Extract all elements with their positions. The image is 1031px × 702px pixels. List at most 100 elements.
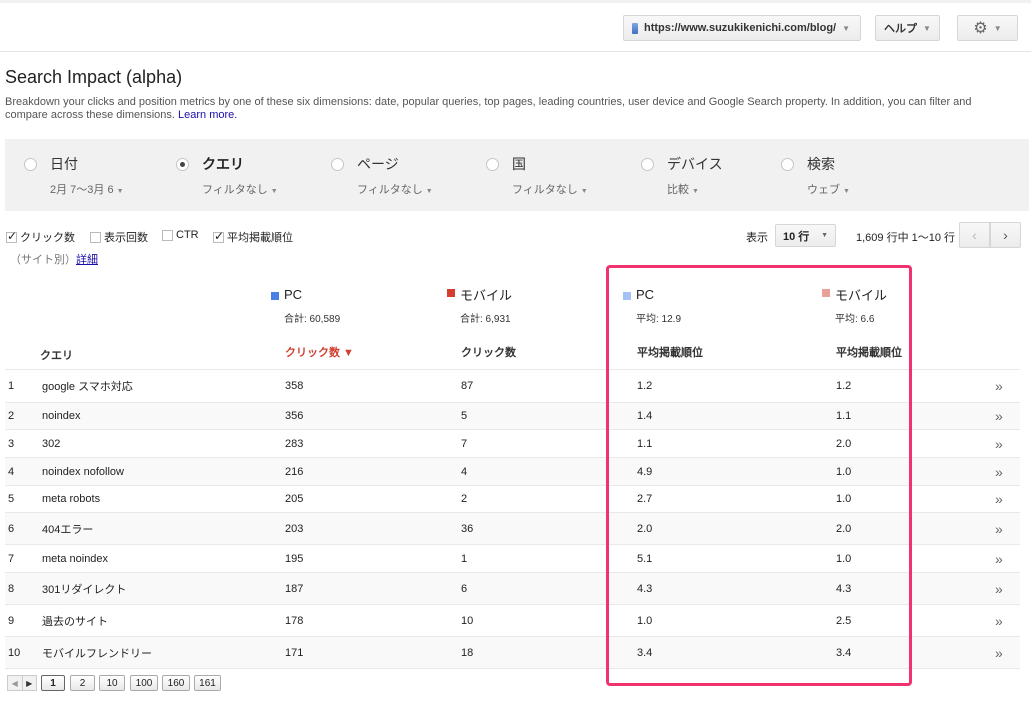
mobile-position-cell: 4.3	[836, 582, 852, 595]
settings-button[interactable]: ⚙ ▼	[957, 15, 1018, 41]
group-total: 合計: 60,589	[284, 314, 341, 325]
dimension-filter[interactable]: フィルタなし ▼	[357, 181, 433, 197]
pagination-arrows[interactable]: ◀ ▶	[7, 675, 37, 691]
site-selector-button[interactable]: https://www.suzukikenichi.com/blog/ ▼	[623, 15, 861, 41]
mobile-position-cell: 2.5	[836, 614, 852, 627]
mobile-clicks-cell: 5	[461, 410, 468, 422]
metric-impressions-checkbox[interactable]: 表示回数	[90, 229, 148, 245]
query-cell: 404エラー	[42, 523, 94, 536]
query-cell: noindex nofollow	[42, 465, 124, 478]
pc-clicks-cell: 187	[285, 582, 304, 595]
checkbox-checked-icon[interactable]	[213, 229, 224, 243]
chevron-right-icon: ›	[1003, 227, 1008, 243]
column-header-pc-position[interactable]: 平均掲載順位	[637, 344, 703, 360]
radio-button[interactable]	[781, 158, 794, 171]
double-chevron-right-icon[interactable]: »	[995, 378, 1003, 394]
table-row[interactable]: 3 302 283 7 1.1 2.0 »	[5, 429, 1020, 457]
row-number: 6	[8, 522, 15, 535]
pc-position-cell: 1.1	[637, 437, 653, 450]
mobile-clicks-cell: 1	[461, 552, 468, 565]
row-number: 2	[8, 410, 15, 422]
checkbox-icon[interactable]	[162, 229, 173, 241]
dimension-bar: 日付 2月 7〜3月 6 ▼ クエリ フィルタなし ▼ ページ フィルタなし ▼ 国 …	[5, 139, 1029, 211]
help-button[interactable]: ヘルプ ▼	[875, 15, 940, 41]
radio-button[interactable]	[641, 158, 654, 171]
table-row[interactable]: 4 noindex nofollow 216 4 4.9 1.0 »	[5, 457, 1020, 485]
checkbox-icon[interactable]	[90, 231, 101, 243]
checkbox-checked-icon[interactable]	[6, 229, 17, 243]
dimension-label: 日付	[50, 156, 78, 172]
table-row[interactable]: 8 301リダイレクト 187 6 4.3 4.3 »	[5, 572, 1020, 604]
metric-clicks-checkbox[interactable]: クリック数	[6, 229, 75, 245]
page-button[interactable]: 160	[162, 675, 190, 691]
metric-position-checkbox[interactable]: 平均掲載順位	[213, 229, 293, 245]
table-row[interactable]: 6 404エラー 203 36 2.0 2.0 »	[5, 512, 1020, 544]
dimension-filter[interactable]: フィルタなし ▼	[512, 181, 588, 197]
double-chevron-right-icon[interactable]: »	[995, 645, 1003, 661]
chevron-left-icon: ‹	[972, 227, 977, 243]
dimension-filter[interactable]: 2月 7〜3月 6 ▼	[50, 181, 124, 197]
pc-clicks-cell: 358	[285, 380, 304, 392]
prev-page-button[interactable]: ‹	[959, 222, 990, 248]
pc-position-cell: 4.3	[637, 582, 653, 595]
triangle-right-icon[interactable]: ▶	[21, 676, 37, 690]
radio-button[interactable]	[24, 158, 37, 171]
table-row[interactable]: 1 google スマホ対応 358 87 1.2 1.2 »	[5, 369, 1020, 402]
double-chevron-right-icon[interactable]: »	[995, 464, 1003, 480]
page-button[interactable]: 100	[130, 675, 158, 691]
radio-button[interactable]	[176, 158, 189, 171]
table-row[interactable]: 2 noindex 356 5 1.4 1.1 »	[5, 402, 1020, 429]
column-header-mobile-clicks[interactable]: クリック数	[461, 344, 516, 360]
mobile-clicks-cell: 2	[461, 493, 468, 505]
table-row[interactable]: 7 meta noindex 195 1 5.1 1.0 »	[5, 544, 1020, 572]
mobile-clicks-cell: 6	[461, 582, 468, 595]
column-header-pc-clicks[interactable]: クリック数 ▼	[285, 344, 354, 360]
double-chevron-right-icon[interactable]: »	[995, 436, 1003, 452]
double-chevron-right-icon[interactable]: »	[995, 551, 1003, 567]
page-button[interactable]: 2	[70, 675, 95, 691]
column-header-query[interactable]: クエリ	[40, 347, 73, 363]
page-button[interactable]: 161	[194, 675, 221, 691]
dimension-filter[interactable]: ウェブ ▼	[807, 181, 850, 197]
mobile-position-cell: 1.0	[836, 552, 852, 565]
pc-clicks-cell: 216	[285, 465, 304, 478]
filter-text: フィルタなし	[357, 184, 423, 196]
double-chevron-right-icon[interactable]: »	[995, 491, 1003, 507]
dimension-filter[interactable]: 比較 ▼	[667, 181, 699, 197]
site-icon	[632, 22, 638, 34]
group-average: 平均: 12.9	[636, 314, 682, 325]
page-button[interactable]: 10	[99, 675, 125, 691]
group-name: PC	[636, 287, 655, 302]
table-row[interactable]: 5 meta robots 205 2 2.7 1.0 »	[5, 485, 1020, 512]
mobile-position-cell: 1.0	[836, 465, 852, 478]
table-row[interactable]: 9 過去のサイト 178 10 1.0 2.5 »	[5, 604, 1020, 636]
pc-position-cell: 2.0	[637, 522, 653, 535]
rows-per-page-select[interactable]: 10 行 ▼	[775, 224, 836, 247]
double-chevron-right-icon[interactable]: »	[995, 613, 1003, 629]
next-page-button[interactable]: ›	[990, 222, 1021, 248]
filter-text: 比較	[667, 184, 689, 196]
column-header-mobile-position[interactable]: 平均掲載順位	[836, 344, 902, 360]
double-chevron-right-icon[interactable]: »	[995, 521, 1003, 537]
pc-position-cell: 4.9	[637, 465, 653, 478]
dimension-filter[interactable]: フィルタなし ▼	[202, 181, 278, 197]
row-number: 5	[8, 493, 15, 505]
double-chevron-right-icon[interactable]: »	[995, 581, 1003, 597]
metric-label: 表示回数	[104, 232, 148, 244]
page-title: Search Impact (alpha)	[5, 67, 183, 87]
page-button-current[interactable]: 1	[41, 675, 65, 691]
radio-button[interactable]	[486, 158, 499, 171]
radio-button[interactable]	[331, 158, 344, 171]
table-row[interactable]: 10 モバイルフレンドリー 171 18 3.4 3.4 »	[5, 636, 1020, 669]
row-range-label: 1,609 行中 1〜10 行	[856, 232, 956, 244]
triangle-left-icon[interactable]: ◀	[8, 676, 22, 690]
description-text: Breakdown your clicks and position metri…	[5, 96, 972, 121]
group-name: PC	[284, 287, 303, 302]
query-cell: noindex	[42, 410, 81, 422]
detail-link[interactable]: 詳細	[76, 251, 98, 267]
dimension-label: クエリ	[202, 156, 244, 172]
metric-label: クリック数	[20, 232, 75, 244]
learn-more-link[interactable]: Learn more.	[178, 109, 237, 121]
metric-ctr-checkbox[interactable]: CTR	[162, 229, 199, 241]
double-chevron-right-icon[interactable]: »	[995, 408, 1003, 424]
